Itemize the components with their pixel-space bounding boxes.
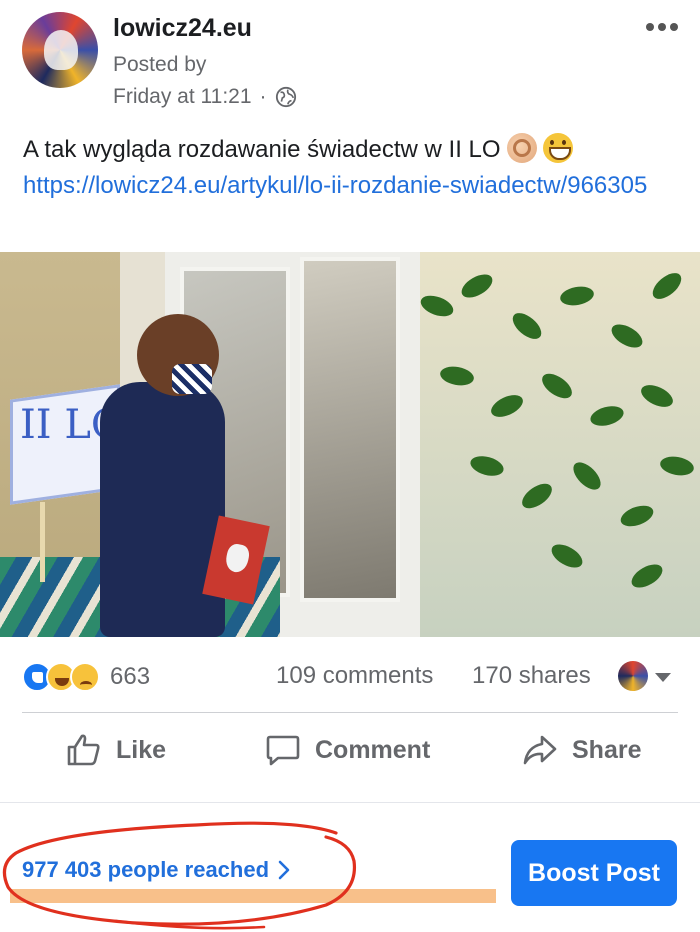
post-meta: Friday at 11:21 · [113,85,297,109]
post-link[interactable]: https://lowicz24.eu/artykul/lo-ii-rozdan… [23,172,647,199]
comments-count[interactable]: 109 comments [276,662,433,690]
page-name[interactable]: lowicz24.eu [113,14,252,43]
thumbs-up-icon [67,734,100,766]
page-avatar[interactable] [22,12,98,88]
comment-button[interactable]: Comment [265,732,430,768]
share-arrow-icon [523,735,557,765]
chevron-right-icon [278,860,290,880]
meta-separator: · [259,85,267,108]
post-as-avatar[interactable] [618,661,648,691]
globe-icon[interactable] [275,86,297,108]
sad-reaction-icon [70,662,100,692]
post-photo[interactable]: II LO [0,252,700,637]
comment-bubble-icon [266,735,300,766]
more-options-icon[interactable] [646,20,678,34]
posted-by-label: Posted by [113,53,207,76]
like-label: Like [116,735,167,764]
post-header: lowicz24.eu Posted by Friday at 11:21 · [0,0,700,118]
shares-count[interactable]: 170 shares [472,662,591,690]
plant [400,257,700,617]
share-button[interactable]: Share [522,732,641,768]
post-insights-row: 977 403 people reached Boost Post [0,803,700,932]
person-figure [100,382,225,637]
people-reached-link[interactable]: 977 403 people reached [22,857,291,883]
post-actions: Like Comment Share [0,720,700,784]
post-body-text: A tak wygląda rozdawanie świadectw w II … [23,136,501,163]
reach-count: 977 403 people reached [22,857,270,882]
post-stats: 663 109 comments 170 shares [0,652,700,700]
chevron-down-icon[interactable] [655,673,671,682]
share-label: Share [572,735,642,764]
divider [22,712,678,713]
ok-hand-emoji-icon [506,133,537,163]
post-timestamp[interactable]: Friday at 11:21 [113,85,252,109]
reactions-summary[interactable]: 663 [22,662,150,692]
like-button[interactable]: Like [66,732,166,768]
grinning-face-emoji-icon [542,133,573,163]
comment-label: Comment [315,735,431,764]
reaction-count: 663 [110,663,151,690]
boost-post-button[interactable]: Boost Post [511,840,677,906]
post-message: A tak wygląda rozdawanie świadectw w II … [23,132,683,204]
